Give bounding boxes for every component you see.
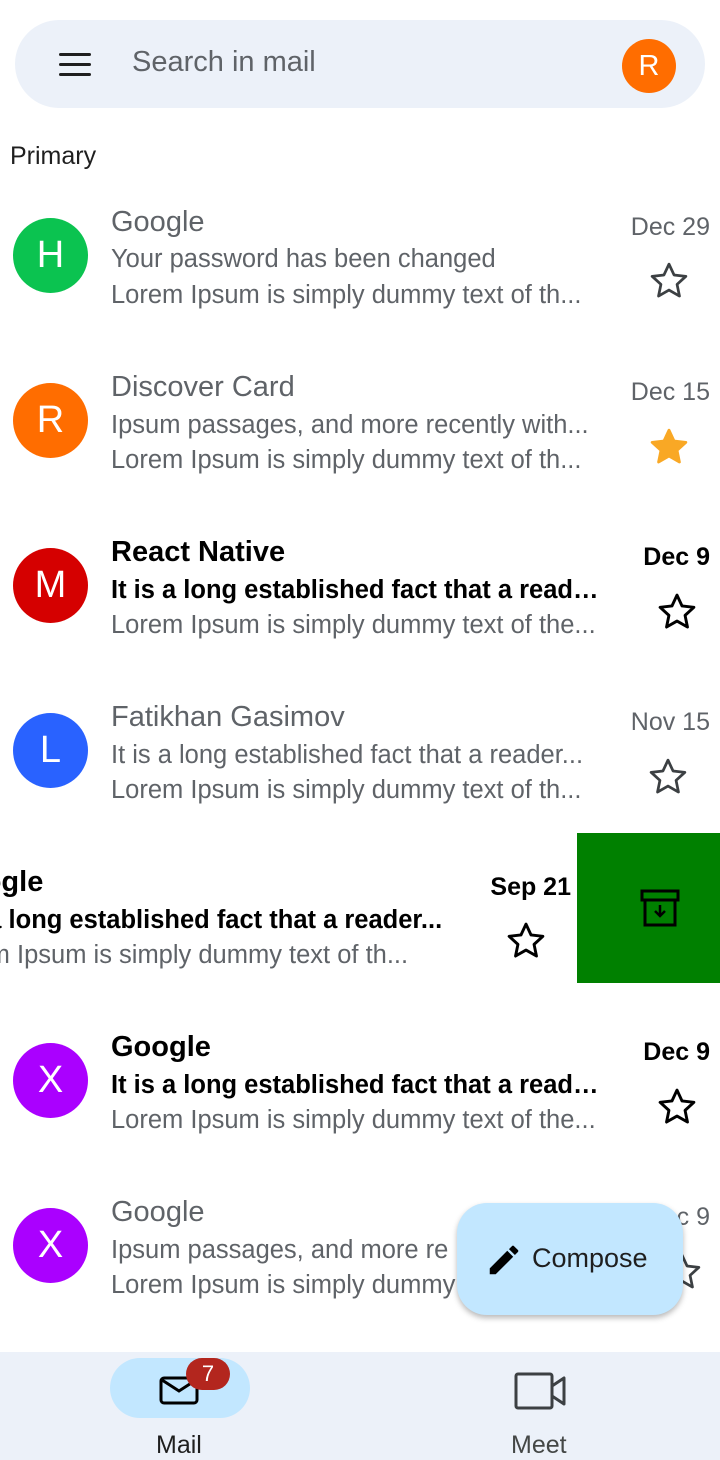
email-preview: rem Ipsum is simply dummy text of th...: [0, 941, 409, 969]
email-date: Nov 15: [630, 708, 710, 736]
email-row[interactable]: M React Native It is a long established …: [0, 528, 720, 678]
nav-mail-label: Mail: [156, 1431, 202, 1459]
archive-icon[interactable]: [640, 888, 680, 928]
compose-label: Compose: [532, 1243, 648, 1273]
sender-avatar: R: [13, 383, 88, 458]
sender-name: Discover Card: [111, 371, 295, 403]
compose-button[interactable]: Compose: [457, 1203, 683, 1315]
email-subject: It is a long established fact that a rea…: [111, 1071, 601, 1099]
email-row[interactable]: R Discover Card Ipsum passages, and more…: [0, 363, 720, 513]
email-preview: Lorem Ipsum is simply dummy text of th..…: [111, 281, 582, 309]
sender-avatar: H: [13, 218, 88, 293]
email-date: Dec 9: [643, 1038, 710, 1066]
email-row[interactable]: L Fatikhan Gasimov It is a long establis…: [0, 693, 720, 843]
star-icon[interactable]: [655, 590, 699, 634]
sender-avatar: X: [13, 1208, 88, 1283]
sender-name: Google: [111, 1196, 205, 1228]
pencil-icon: [485, 1241, 523, 1279]
nav-meet-label: Meet: [511, 1431, 567, 1459]
sender-name: oogle: [0, 866, 44, 898]
sender-name: Google: [111, 1031, 211, 1063]
sender-avatar: M: [13, 548, 88, 623]
email-preview: Lorem Ipsum is simply dummy text of th..…: [111, 446, 582, 474]
star-icon[interactable]: [646, 755, 690, 799]
email-preview: Lorem Ipsum is simply dummy text of the.…: [111, 1106, 596, 1134]
sender-avatar: L: [13, 713, 88, 788]
sender-name: Google: [111, 206, 205, 238]
email-subject: Ipsum passages, and more recently with..…: [111, 411, 589, 439]
email-subject: s a long established fact that a reader.…: [0, 906, 443, 934]
email-date: Dec 15: [630, 378, 710, 406]
email-date: Dec 29: [630, 213, 710, 241]
star-filled-icon[interactable]: [647, 425, 691, 469]
email-row[interactable]: X Google It is a long established fact t…: [0, 1023, 720, 1173]
bottom-navigation: 7 Mail Meet: [0, 1352, 720, 1460]
sender-name: Fatikhan Gasimov: [111, 701, 345, 733]
search-input[interactable]: Search in mail: [132, 46, 316, 79]
section-label: Primary: [10, 142, 97, 170]
email-date: Sep 21: [490, 873, 571, 901]
search-bar[interactable]: Search in mail R: [15, 20, 705, 108]
email-subject: It is a long established fact that a rea…: [111, 576, 601, 604]
video-camera-icon: [514, 1370, 566, 1412]
sender-name: React Native: [111, 536, 286, 568]
hamburger-menu-icon[interactable]: [57, 50, 93, 78]
sender-avatar: X: [13, 1043, 88, 1118]
star-icon[interactable]: [647, 259, 691, 303]
email-preview: Lorem Ipsum is simply dummy text of the.…: [111, 611, 596, 639]
nav-mail-tab[interactable]: 7 Mail: [110, 1358, 250, 1459]
email-preview: Lorem Ipsum is simply dummy text of th..…: [111, 776, 582, 804]
email-row[interactable]: H Google Your password has been changed …: [0, 198, 720, 348]
unread-count-badge: 7: [186, 1358, 230, 1390]
email-subject: Your password has been changed: [111, 245, 496, 273]
email-date: Dec 9: [643, 543, 710, 571]
email-subject: It is a long established fact that a rea…: [111, 741, 584, 769]
star-icon[interactable]: [655, 1085, 699, 1129]
star-icon[interactable]: [504, 919, 548, 963]
nav-meet-tab[interactable]: Meet: [480, 1358, 600, 1459]
email-row-swiped[interactable]: oogle s a long established fact that a r…: [0, 858, 575, 1008]
account-avatar[interactable]: R: [622, 39, 676, 93]
